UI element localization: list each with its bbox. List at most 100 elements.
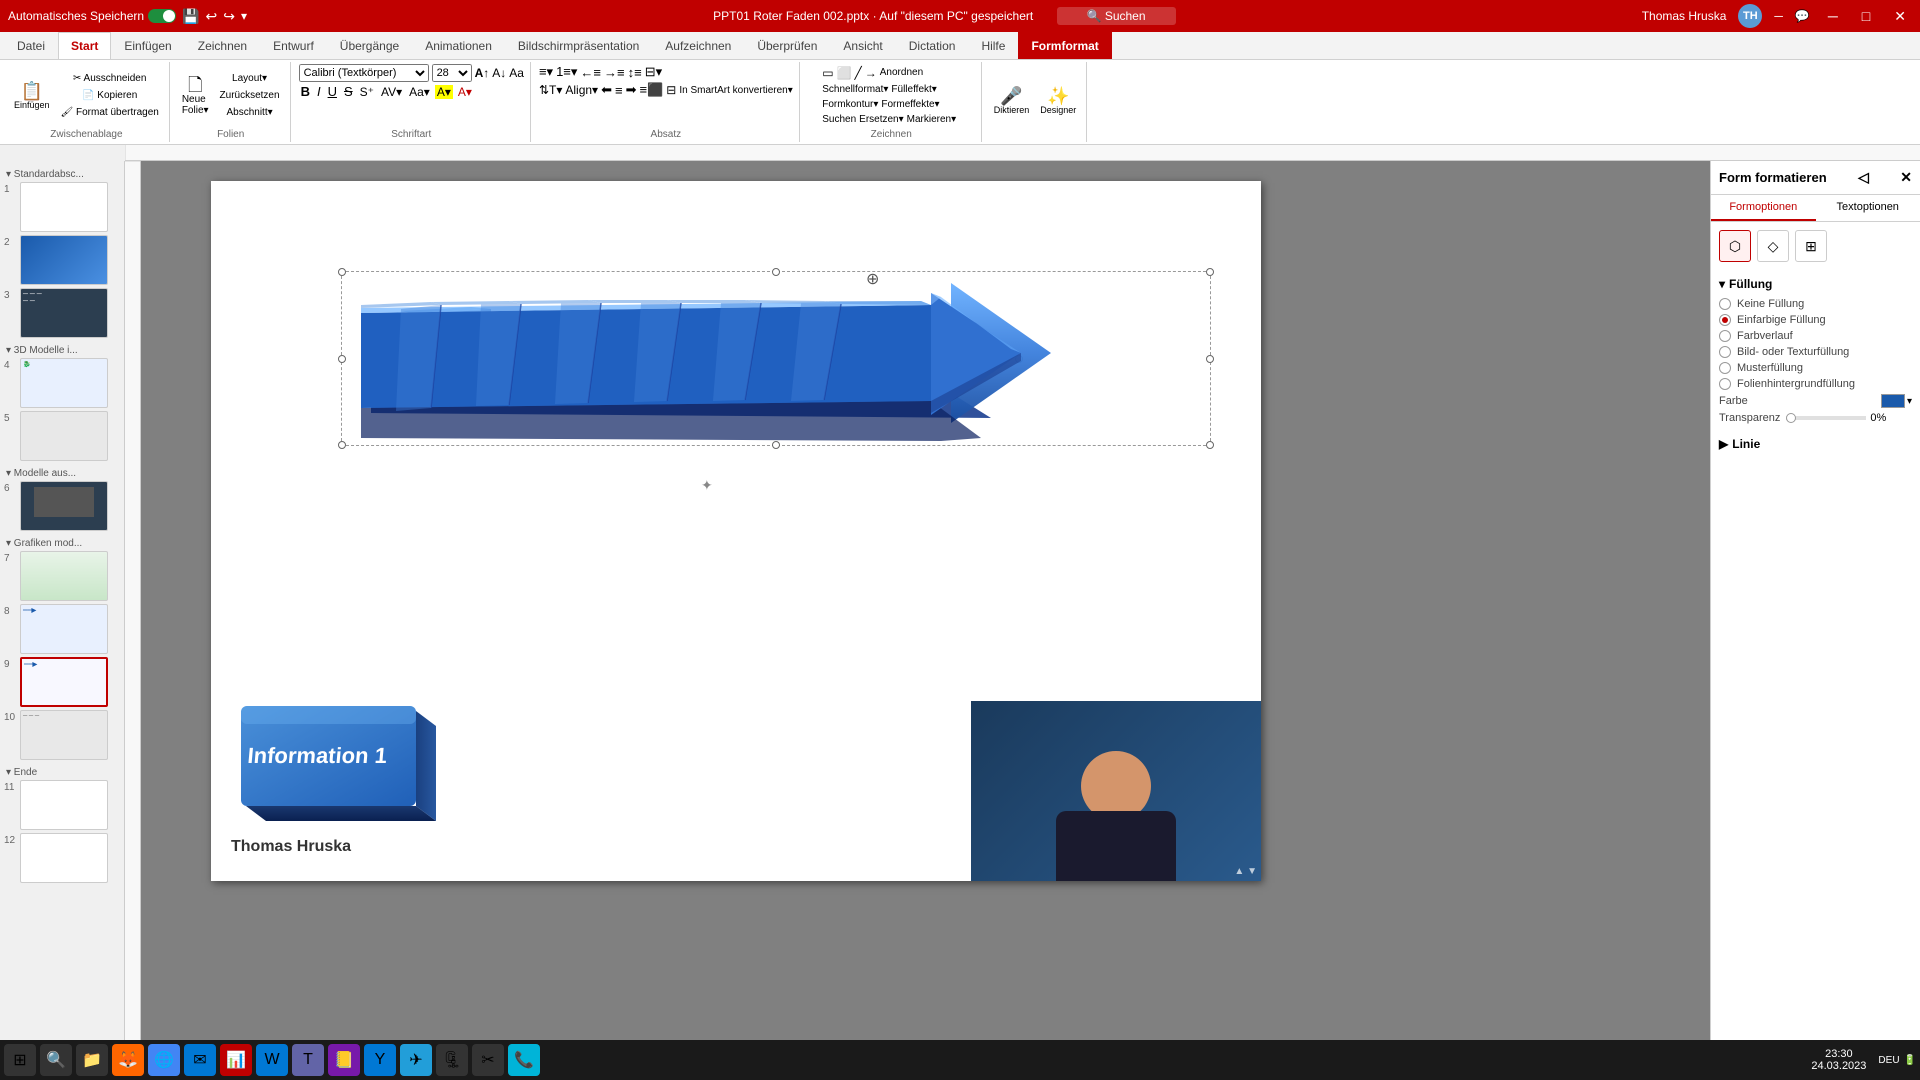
bulletlist-btn[interactable]: ≡▾ <box>539 64 553 80</box>
align-center-btn[interactable]: ≡ <box>615 83 623 98</box>
slide-thumb-3[interactable]: 3 ─ ─ ── ─ <box>4 288 120 338</box>
shape-arrow[interactable]: → <box>864 65 878 81</box>
maximize-btn[interactable]: □ <box>1856 8 1876 24</box>
radio-bild-textur[interactable] <box>1719 346 1731 358</box>
tab-entwurf[interactable]: Entwurf <box>260 32 327 59</box>
close-btn[interactable]: ✕ <box>1888 8 1912 25</box>
numberedlist-btn[interactable]: 1≡▾ <box>556 64 577 80</box>
option-muster[interactable]: Musterfüllung <box>1719 362 1912 374</box>
phone-btn[interactable]: 📞 <box>508 1044 540 1076</box>
files-btn[interactable]: 📁 <box>76 1044 108 1076</box>
redo-icon[interactable]: ↪ <box>223 8 235 25</box>
mail-btn[interactable]: ✉ <box>184 1044 216 1076</box>
radio-keine-fullung[interactable] <box>1719 298 1731 310</box>
arrange-btn[interactable]: Anordnen <box>879 66 924 79</box>
handle-br[interactable] <box>1206 441 1214 449</box>
slide-thumb-2[interactable]: 2 <box>4 235 120 285</box>
panel-collapse-btn[interactable]: ◁ <box>1858 169 1869 186</box>
slide-thumb-5[interactable]: 5 <box>4 411 120 461</box>
decindent-btn[interactable]: ←≡ <box>580 65 601 80</box>
linie-header[interactable]: ▶ Linie <box>1719 434 1912 454</box>
tab-ubergange[interactable]: Übergänge <box>327 32 412 59</box>
handle-mr[interactable] <box>1206 355 1214 363</box>
decrease-font-btn[interactable]: A↓ <box>492 66 506 80</box>
farbe-dropdown-icon[interactable]: ▾ <box>1907 396 1912 407</box>
info-box-shape[interactable]: Information 1 <box>231 691 441 821</box>
shape-line[interactable]: ╱ <box>854 65 863 81</box>
strikethrough-btn[interactable]: S <box>342 84 355 99</box>
highlight-btn[interactable]: A▾ <box>435 85 453 99</box>
linespaceing-btn[interactable]: ↕≡ <box>628 65 642 80</box>
tab-ansicht[interactable]: Ansicht <box>830 32 895 59</box>
teams-btn[interactable]: T <box>292 1044 324 1076</box>
increase-font-btn[interactable]: A↑ <box>475 66 490 80</box>
layout-btn[interactable]: Layout▾ <box>216 71 284 86</box>
radio-einfarbige-fullung[interactable] <box>1719 314 1731 326</box>
radio-folienhintergrund[interactable] <box>1719 378 1731 390</box>
align-justify-btn[interactable]: ≡⬛ <box>639 82 663 98</box>
group-grafiken-mod[interactable]: ▾ Grafiken mod... <box>4 534 120 551</box>
bold-btn[interactable]: B <box>299 84 312 99</box>
dictate-btn[interactable]: 🎤 Diktieren <box>990 85 1034 117</box>
panel-close-btn[interactable]: ✕ <box>1900 169 1912 186</box>
font-size-select[interactable]: 28 <box>432 64 472 82</box>
tab-zeichnen[interactable]: Zeichnen <box>185 32 260 59</box>
copy-btn[interactable]: 📄 Kopieren <box>57 88 163 103</box>
tab-hilfe[interactable]: Hilfe <box>968 32 1018 59</box>
fontcolor-btn[interactable]: A▾ <box>456 85 474 99</box>
radio-muster[interactable] <box>1719 362 1731 374</box>
canvas-area[interactable]: ⊕ <box>141 161 1710 1051</box>
word-btn[interactable]: W <box>256 1044 288 1076</box>
underline-btn[interactable]: U <box>326 84 339 99</box>
handle-tr[interactable] <box>1206 268 1214 276</box>
tab-formformat[interactable]: Formformat <box>1018 32 1111 59</box>
quick-styles-btn[interactable]: Schnellformat▾ <box>821 83 889 96</box>
designer-btn[interactable]: ✨ Designer <box>1036 85 1080 117</box>
ribbon-toggle[interactable]: ─ <box>1774 9 1783 23</box>
tab-dictation[interactable]: Dictation <box>896 32 969 59</box>
slide-thumb-7[interactable]: 7 <box>4 551 120 601</box>
find-btn[interactable]: Suchen <box>821 113 857 126</box>
yammer-btn[interactable]: Y <box>364 1044 396 1076</box>
option-einfarbige-fullung[interactable]: Einfarbige Füllung <box>1719 314 1912 326</box>
replace-btn[interactable]: Ersetzen▾ <box>858 113 904 126</box>
charcase-btn[interactable]: Aa▾ <box>407 85 432 99</box>
tab-aufzeichnen[interactable]: Aufzeichnen <box>652 32 744 59</box>
columns2-btn[interactable]: ⊟ <box>666 83 676 97</box>
align-right-btn[interactable]: ➡ <box>626 82 637 98</box>
undo-icon[interactable]: ↩ <box>206 8 218 25</box>
tab-datei[interactable]: Datei <box>4 32 58 59</box>
font-family-select[interactable]: Calibri (Textkörper) <box>299 64 429 82</box>
shape-rect2[interactable]: ⬜ <box>836 65 853 81</box>
transparenz-slider[interactable]: 0% <box>1786 412 1886 424</box>
shape-outline-btn[interactable]: Formkontur▾ <box>821 98 879 111</box>
layout-icon-btn[interactable]: ⊞ <box>1795 230 1827 262</box>
tab-bildschirm[interactable]: Bildschirmpräsentation <box>505 32 652 59</box>
group-modelle-aus[interactable]: ▾ Modelle aus... <box>4 464 120 481</box>
tab-animationen[interactable]: Animationen <box>412 32 505 59</box>
firefox-btn[interactable]: 🦊 <box>112 1044 144 1076</box>
clear-format-btn[interactable]: Aa <box>509 66 524 80</box>
effects-icon-btn[interactable]: ◇ <box>1757 230 1789 262</box>
smartart-btn[interactable]: In SmartArt konvertieren▾ <box>679 85 792 96</box>
powerpoint-btn[interactable]: 📊 <box>220 1044 252 1076</box>
tab-einfugen[interactable]: Einfügen <box>111 32 184 59</box>
scroll-up-btn[interactable]: ▲ <box>1234 866 1244 877</box>
slide-thumb-8[interactable]: 8 ══▶ <box>4 604 120 654</box>
textshadow-btn[interactable]: S⁺ <box>358 85 376 99</box>
tab-textoptionen[interactable]: Textoptionen <box>1816 195 1920 221</box>
scroll-down-btn[interactable]: ▼ <box>1247 866 1257 877</box>
charspacing-btn[interactable]: AV▾ <box>379 85 404 99</box>
slide-thumb-12[interactable]: 12 <box>4 833 120 883</box>
text-direction-btn[interactable]: ⇅T▾ <box>539 83 562 97</box>
tab-formoptionen[interactable]: Formoptionen <box>1711 195 1816 221</box>
autosave-toggle[interactable]: Automatisches Speichern <box>8 9 176 23</box>
italic-btn[interactable]: I <box>315 84 323 99</box>
columns-btn[interactable]: ⊟▾ <box>645 64 662 80</box>
slide-thumb-11[interactable]: 11 <box>4 780 120 830</box>
comments-icon[interactable]: 💬 <box>1795 9 1810 23</box>
search-btn[interactable]: 🔍 <box>40 1044 72 1076</box>
abschnitt-btn[interactable]: Abschnitt▾ <box>216 105 284 120</box>
text-align-btn[interactable]: Align▾ <box>565 83 598 97</box>
radio-farbverlauf[interactable] <box>1719 330 1731 342</box>
